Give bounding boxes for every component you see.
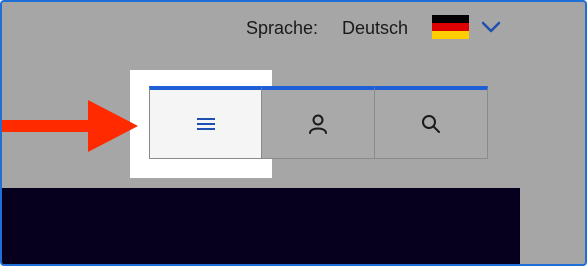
nav-button-group [149,86,489,159]
menu-icon [196,118,215,130]
search-button[interactable] [375,86,488,159]
user-icon [309,114,327,134]
menu-button[interactable] [149,86,262,159]
language-selector[interactable]: Sprache: Deutsch [2,12,585,42]
chevron-down-icon[interactable] [480,18,502,36]
language-label: Sprache: [246,18,319,38]
language-value[interactable]: Deutsch [342,18,408,39]
account-button[interactable] [262,86,375,159]
search-icon [422,115,440,133]
screenshot-frame: Sprache: Deutsch [0,0,587,266]
dark-content-panel [2,188,520,264]
germany-flag-icon[interactable] [432,15,469,39]
red-arrow-pointer [2,100,138,152]
